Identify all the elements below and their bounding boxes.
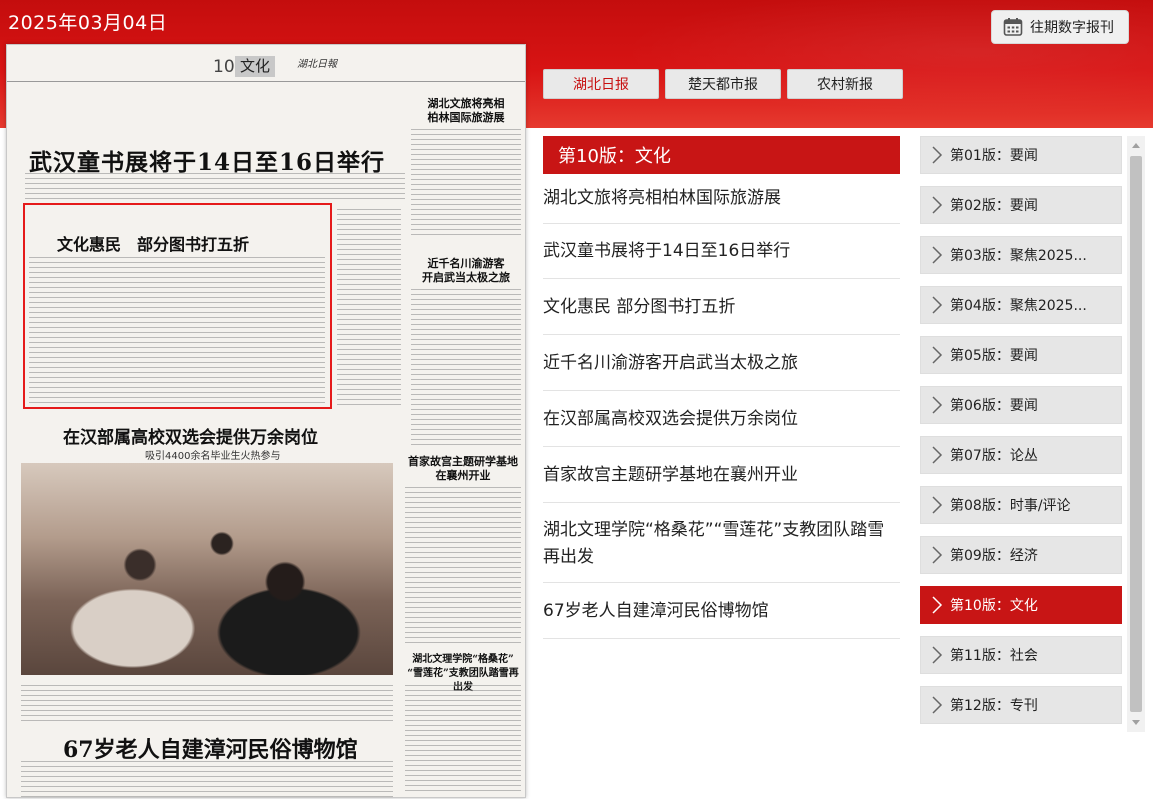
article-link[interactable]: 近千名川渝游客开启武当太极之旅 — [543, 335, 900, 391]
chevron-right-icon — [932, 646, 943, 664]
np-body-text — [21, 761, 393, 797]
np-body-text — [29, 257, 325, 403]
page-link-09[interactable]: 第09版：经济 — [920, 536, 1122, 574]
np-body-text — [405, 685, 521, 793]
np-body-text — [405, 487, 521, 647]
tab-label: 湖北日报 — [573, 77, 629, 93]
issue-date: 2025年03月04日 — [8, 12, 168, 34]
article-link[interactable]: 文化惠民 部分图书打五折 — [543, 279, 900, 335]
np-headline-side1[interactable]: 湖北文旅将亮相 柏林国际旅游展 — [411, 97, 521, 125]
np-masthead: 湖北日報 — [297, 59, 337, 70]
chevron-right-icon — [932, 696, 943, 714]
tab-hubei-daily[interactable]: 湖北日报 — [543, 69, 659, 99]
page-link-label: 第08版：时事/评论 — [950, 498, 1071, 514]
np-rule — [7, 81, 525, 82]
np-headline-jobs[interactable]: 在汉部属高校双选会提供万余岗位 — [63, 423, 318, 448]
np-section-label: 文化 — [235, 56, 275, 77]
scroll-up-arrow-icon[interactable] — [1127, 136, 1145, 154]
page-link-label: 第01版：要闻 — [950, 148, 1038, 164]
chevron-right-icon — [932, 146, 943, 164]
article-link[interactable]: 武汉童书展将于14日至16日举行 — [543, 224, 900, 279]
archive-button[interactable]: 往期数字报刊 — [991, 10, 1129, 44]
page-link-label: 第02版：要闻 — [950, 198, 1038, 214]
page-link-label: 第04版：聚焦2025... — [950, 298, 1087, 314]
np-body-text — [21, 685, 393, 725]
scroll-down-arrow-icon[interactable] — [1127, 714, 1145, 732]
tab-rural-news[interactable]: 农村新报 — [787, 69, 903, 99]
np-headline-boxed: 文化惠民 部分图书打五折 — [57, 235, 250, 254]
tab-label: 楚天都市报 — [688, 77, 758, 93]
page-link-label: 第03版：聚焦2025... — [950, 248, 1087, 264]
page-link-04[interactable]: 第04版：聚焦2025... — [920, 286, 1122, 324]
article-link[interactable]: 湖北文旅将亮相柏林国际旅游展 — [543, 174, 900, 224]
page-link-label: 第05版：要闻 — [950, 348, 1038, 364]
page-link-12[interactable]: 第12版：专刊 — [920, 686, 1122, 724]
np-body-text — [25, 173, 405, 203]
tab-chutian-metropolis[interactable]: 楚天都市报 — [665, 69, 781, 99]
page-index-scrollbar[interactable] — [1127, 136, 1145, 732]
np-headline-main[interactable]: 武汉童书展将于14日至16日举行 — [29, 143, 385, 177]
page-link-label: 第11版：社会 — [950, 648, 1038, 664]
np-headline-bottom[interactable]: 67岁老人自建漳河民俗博物馆 — [63, 732, 358, 764]
page-link-label: 第09版：经济 — [950, 548, 1038, 564]
article-link[interactable]: 在汉部属高校双选会提供万余岗位 — [543, 391, 900, 447]
page-link-11[interactable]: 第11版：社会 — [920, 636, 1122, 674]
page-link-07[interactable]: 第07版：论丛 — [920, 436, 1122, 474]
page-index: 第01版：要闻 第02版：要闻 第03版：聚焦2025... 第04版：聚焦20… — [920, 136, 1122, 736]
page-link-label: 第06版：要闻 — [950, 398, 1038, 414]
chevron-right-icon — [932, 196, 943, 214]
np-body-text — [411, 129, 521, 239]
chevron-right-icon — [932, 246, 943, 264]
page-link-05[interactable]: 第05版：要闻 — [920, 336, 1122, 374]
page-link-label: 第10版：文化 — [950, 598, 1038, 614]
tab-label: 农村新报 — [817, 77, 873, 93]
page-link-02[interactable]: 第02版：要闻 — [920, 186, 1122, 224]
page-link-06[interactable]: 第06版：要闻 — [920, 386, 1122, 424]
calendar-icon — [1003, 18, 1023, 36]
np-subhead-jobs: 吸引4400余名毕业生火热参与 — [145, 451, 281, 462]
article-link[interactable]: 67岁老人自建漳河民俗博物馆 — [543, 583, 900, 639]
page-link-label: 第12版：专刊 — [950, 698, 1038, 714]
scroll-thumb[interactable] — [1130, 156, 1142, 712]
archive-button-label: 往期数字报刊 — [1030, 20, 1114, 36]
chevron-right-icon — [932, 346, 943, 364]
newspaper-page-image[interactable]: 10 文化 湖北日報 武汉童书展将于14日至16日举行 湖北文旅将亮相 柏林国际… — [6, 44, 526, 798]
paper-tabs: 湖北日报 楚天都市报 农村新报 — [543, 69, 903, 99]
chevron-right-icon — [932, 546, 943, 564]
article-link[interactable]: 首家故宫主题研学基地在襄州开业 — [543, 447, 900, 503]
np-body-text — [337, 209, 401, 409]
page-link-10[interactable]: 第10版：文化 — [920, 586, 1122, 624]
article-list: 湖北文旅将亮相柏林国际旅游展 武汉童书展将于14日至16日举行 文化惠民 部分图… — [543, 174, 900, 639]
chevron-right-icon — [932, 396, 943, 414]
article-link[interactable]: 湖北文理学院“格桑花”“雪莲花”支教团队踏雪再出发 — [543, 503, 900, 583]
job-fair-photo — [21, 463, 393, 675]
page-link-01[interactable]: 第01版：要闻 — [920, 136, 1122, 174]
np-body-text — [411, 289, 521, 449]
np-headline-side2[interactable]: 近千名川渝游客 开启武当太极之旅 — [411, 257, 521, 285]
chevron-right-icon — [932, 296, 943, 314]
chevron-right-icon — [932, 446, 943, 464]
np-page-number: 10 — [213, 57, 235, 77]
chevron-right-icon — [932, 596, 943, 614]
page-link-08[interactable]: 第08版：时事/评论 — [920, 486, 1122, 524]
section-title-bar: 第10版：文化 — [543, 136, 900, 174]
chevron-right-icon — [932, 496, 943, 514]
np-headline-side3[interactable]: 首家故宫主题研学基地 在襄州开业 — [405, 455, 521, 483]
page-link-label: 第07版：论丛 — [950, 448, 1038, 464]
page-link-03[interactable]: 第03版：聚焦2025... — [920, 236, 1122, 274]
